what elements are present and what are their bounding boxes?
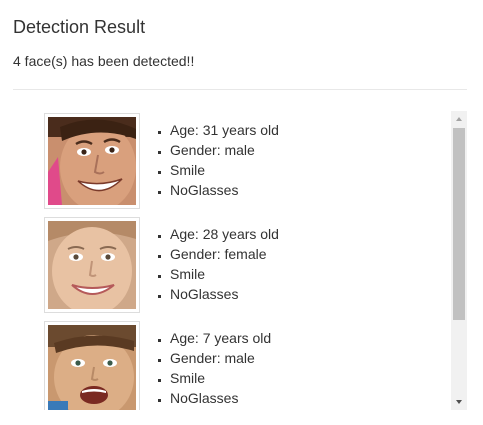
- results-scroll-area[interactable]: Age: 31 years old Gender: male Smile NoG…: [44, 111, 467, 410]
- face-photo-icon: [48, 117, 136, 205]
- scroll-up-arrow-icon[interactable]: [451, 111, 467, 128]
- smile-attribute: Smile: [170, 264, 279, 284]
- face-attribute-list: Age: 31 years old Gender: male Smile NoG…: [152, 120, 279, 200]
- face-thumbnail: [44, 113, 140, 209]
- face-thumbnail: [44, 217, 140, 313]
- face-result-item: Age: 28 years old Gender: female Smile N…: [44, 215, 448, 319]
- gender-attribute: Gender: male: [170, 348, 271, 368]
- age-attribute: Age: 7 years old: [170, 328, 271, 348]
- divider: [13, 89, 467, 90]
- face-result-item: Age: 31 years old Gender: male Smile NoG…: [44, 111, 448, 215]
- glasses-attribute: NoGlasses: [170, 180, 279, 200]
- vertical-scrollbar[interactable]: [451, 111, 467, 410]
- glasses-attribute: NoGlasses: [170, 284, 279, 304]
- face-result-item: Age: 7 years old Gender: male Smile NoGl…: [44, 319, 448, 410]
- face-attribute-list: Age: 7 years old Gender: male Smile NoGl…: [152, 328, 271, 408]
- smile-attribute: Smile: [170, 160, 279, 180]
- face-photo-icon: [48, 221, 136, 309]
- face-photo-icon: [48, 325, 136, 410]
- age-attribute: Age: 28 years old: [170, 224, 279, 244]
- age-attribute: Age: 31 years old: [170, 120, 279, 140]
- face-results-list: Age: 31 years old Gender: male Smile NoG…: [44, 111, 448, 410]
- glasses-attribute: NoGlasses: [170, 388, 271, 408]
- scroll-thumb[interactable]: [453, 128, 465, 320]
- detection-status-text: 4 face(s) has been detected!!: [13, 53, 195, 69]
- scroll-down-arrow-icon[interactable]: [451, 393, 467, 410]
- gender-attribute: Gender: female: [170, 244, 279, 264]
- gender-attribute: Gender: male: [170, 140, 279, 160]
- page-title: Detection Result: [13, 17, 146, 37]
- face-attribute-list: Age: 28 years old Gender: female Smile N…: [152, 224, 279, 304]
- face-thumbnail: [44, 321, 140, 410]
- smile-attribute: Smile: [170, 368, 271, 388]
